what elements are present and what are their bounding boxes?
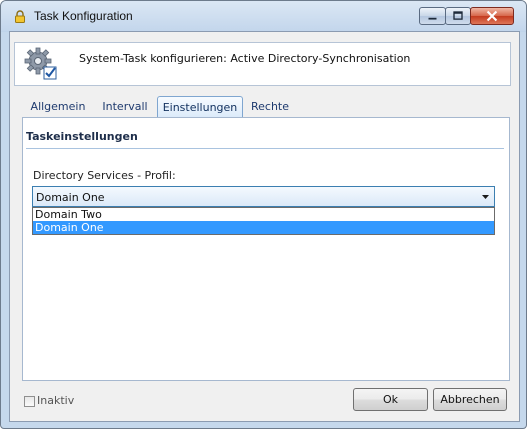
close-button[interactable] [470,7,514,25]
tab-einstellungen[interactable]: Einstellungen [157,96,243,117]
tab-intervall[interactable]: Intervall [94,96,156,117]
lock-icon [15,10,25,23]
cancel-button[interactable]: Abbrechen [433,388,507,411]
section-title: Taskeinstellungen [26,130,138,143]
maximize-icon [453,11,463,20]
header-description: System-Task konfigurieren: Active Direct… [79,52,411,65]
maximize-button[interactable] [445,7,471,25]
settings-gear-icon [24,47,57,80]
tab-content-panel [22,117,510,381]
title-bar[interactable]: Task Konfiguration [1,1,526,31]
profile-select-value: Domain One [36,191,105,204]
section-divider [26,148,504,149]
minimize-button[interactable] [419,7,446,25]
profile-select[interactable]: Domain One [32,186,495,207]
tab-allgemein[interactable]: Allgemein [22,96,94,117]
profile-dropdown-list: Domain Two Domain One [32,207,495,235]
task-header: System-Task konfigurieren: Active Direct… [14,42,511,86]
window-title: Task Konfiguration [34,9,133,23]
option-domain-one[interactable]: Domain One [33,221,494,234]
dropdown-arrow-icon[interactable] [477,187,494,206]
minimize-icon [428,17,437,20]
inactive-checkbox[interactable] [24,396,35,407]
ok-button[interactable]: Ok [353,388,428,411]
profile-field-label: Directory Services - Profil: [33,169,176,182]
tab-rechte[interactable]: Rechte [244,96,296,117]
option-domain-two[interactable]: Domain Two [33,208,494,221]
inactive-label[interactable]: Inaktiv [37,394,74,407]
close-icon [486,10,498,22]
